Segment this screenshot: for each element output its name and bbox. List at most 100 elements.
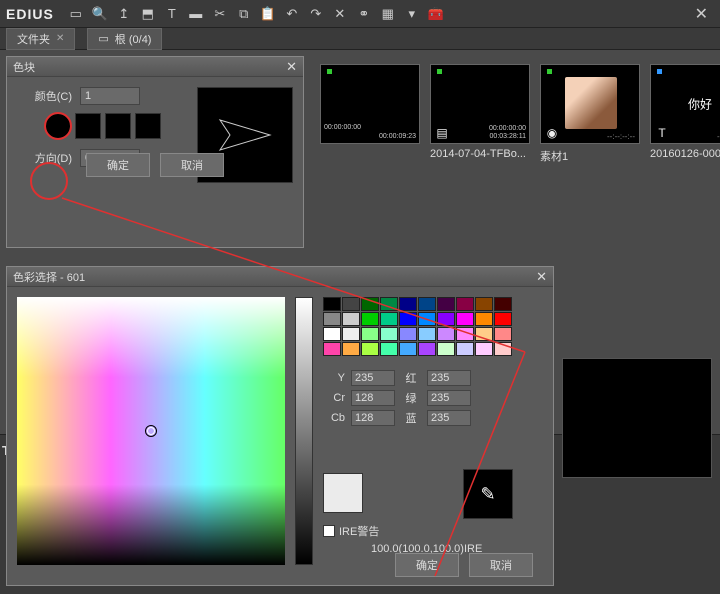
palette-swatch[interactable] bbox=[437, 327, 455, 341]
tab-bin[interactable]: ▭ 根 (0/4) bbox=[87, 28, 162, 50]
palette-swatch[interactable] bbox=[399, 312, 417, 326]
dialog-titlebar[interactable]: 色块 ✕ bbox=[7, 57, 303, 77]
palette-swatch[interactable] bbox=[380, 327, 398, 341]
close-icon[interactable]: ✕ bbox=[286, 59, 297, 75]
palette-swatch[interactable] bbox=[399, 297, 417, 311]
clip-thumb[interactable]: ◉ --:--:--:-- 素材1 bbox=[540, 64, 640, 164]
camera-icon: ◉ bbox=[545, 126, 559, 140]
ire-checkbox[interactable] bbox=[323, 525, 335, 537]
current-color-swatch bbox=[323, 473, 363, 513]
palette-swatch[interactable] bbox=[342, 312, 360, 326]
ok-button[interactable]: 确定 bbox=[86, 153, 150, 177]
palette-swatch[interactable] bbox=[361, 342, 379, 356]
palette-swatch[interactable] bbox=[418, 342, 436, 356]
thumb-label: 2014-07-04-TFBo... bbox=[430, 148, 530, 160]
view-icon[interactable]: ▦ bbox=[378, 4, 398, 24]
tools-icon[interactable]: 🧰 bbox=[426, 4, 446, 24]
value-strip[interactable] bbox=[295, 297, 313, 565]
clip-thumb[interactable]: 00:00:00:00 00:00:09:23 bbox=[320, 64, 420, 164]
palette-swatch[interactable] bbox=[323, 312, 341, 326]
calendar-icon: ▤ bbox=[435, 126, 449, 140]
y-input[interactable] bbox=[351, 370, 395, 386]
paste-icon[interactable]: 📋 bbox=[258, 4, 278, 24]
palette-swatch[interactable] bbox=[399, 342, 417, 356]
palette-swatch[interactable] bbox=[475, 327, 493, 341]
palette-swatch[interactable] bbox=[437, 297, 455, 311]
copy-icon[interactable]: ⧉ bbox=[234, 4, 254, 24]
b-input[interactable] bbox=[427, 410, 471, 426]
thumb-dashes: --:--:--:-- bbox=[607, 132, 635, 141]
palette-swatch[interactable] bbox=[475, 342, 493, 356]
delete-icon[interactable]: ✕ bbox=[330, 4, 350, 24]
palette-swatch[interactable] bbox=[323, 297, 341, 311]
palette-swatch[interactable] bbox=[323, 327, 341, 341]
tab-bin-label: 根 (0/4) bbox=[115, 31, 152, 47]
dialog-titlebar[interactable]: 色彩选择 - 601 ✕ bbox=[7, 267, 553, 287]
close-icon[interactable]: ✕ bbox=[689, 4, 714, 24]
palette-swatch[interactable] bbox=[475, 297, 493, 311]
palette-swatch[interactable] bbox=[494, 342, 512, 356]
props-icon[interactable]: ▾ bbox=[402, 4, 422, 24]
palette-swatch[interactable] bbox=[361, 327, 379, 341]
palette-swatch[interactable] bbox=[494, 327, 512, 341]
r-input[interactable] bbox=[427, 370, 471, 386]
redo-icon[interactable]: ↷ bbox=[306, 4, 326, 24]
palette-swatch[interactable] bbox=[418, 297, 436, 311]
swatch[interactable] bbox=[75, 113, 101, 139]
color-count-input[interactable] bbox=[80, 87, 140, 105]
palette-swatch[interactable] bbox=[418, 327, 436, 341]
palette-swatch[interactable] bbox=[380, 312, 398, 326]
palette-swatch[interactable] bbox=[342, 342, 360, 356]
cb-input[interactable] bbox=[351, 410, 395, 426]
text-icon[interactable]: T bbox=[162, 4, 182, 24]
eyedropper-button[interactable]: ✎ bbox=[463, 469, 513, 519]
search-icon[interactable]: 🔍 bbox=[90, 4, 110, 24]
status-dot bbox=[657, 69, 662, 74]
palette-swatch[interactable] bbox=[475, 312, 493, 326]
palette-swatch[interactable] bbox=[437, 342, 455, 356]
palette-swatch[interactable] bbox=[456, 297, 474, 311]
tab-folder[interactable]: 文件夹 ✕ bbox=[6, 28, 75, 50]
swatch[interactable] bbox=[105, 113, 131, 139]
palette-swatch[interactable] bbox=[437, 312, 455, 326]
text-type-icon: T bbox=[655, 126, 669, 140]
palette-swatch[interactable] bbox=[456, 342, 474, 356]
palette-swatch[interactable] bbox=[418, 312, 436, 326]
palette-swatch[interactable] bbox=[456, 312, 474, 326]
thumbnail-row: 00:00:00:00 00:00:09:23 ▤ 00:00:00:0000:… bbox=[320, 64, 710, 164]
palette-swatch[interactable] bbox=[342, 297, 360, 311]
close-icon[interactable]: ✕ bbox=[536, 269, 547, 285]
tab-close-icon[interactable]: ✕ bbox=[56, 33, 64, 44]
link-icon[interactable]: ⚭ bbox=[354, 4, 374, 24]
swatch[interactable] bbox=[135, 113, 161, 139]
palette-swatch[interactable] bbox=[494, 297, 512, 311]
title-icon[interactable]: ▬ bbox=[186, 4, 206, 24]
import-icon[interactable]: ⬒ bbox=[138, 4, 158, 24]
up-icon[interactable]: ↥ bbox=[114, 4, 134, 24]
clip-thumb[interactable]: 你好 T --:--:--:-- 20160126-0000 bbox=[650, 64, 720, 164]
r-label: 红 bbox=[401, 370, 421, 386]
ok-button[interactable]: 确定 bbox=[395, 553, 459, 577]
cut-icon[interactable]: ✂ bbox=[210, 4, 230, 24]
palette-swatch[interactable] bbox=[361, 297, 379, 311]
cr-input[interactable] bbox=[351, 390, 395, 406]
palette-swatch[interactable] bbox=[399, 327, 417, 341]
palette-swatch[interactable] bbox=[380, 342, 398, 356]
cancel-button[interactable]: 取消 bbox=[469, 553, 533, 577]
palette-swatch[interactable] bbox=[342, 327, 360, 341]
palette-swatch[interactable] bbox=[380, 297, 398, 311]
palette-swatch[interactable] bbox=[323, 342, 341, 356]
undo-icon[interactable]: ↶ bbox=[282, 4, 302, 24]
clip-thumb[interactable]: ▤ 00:00:00:0000:03:28:11 2014-07-04-TFBo… bbox=[430, 64, 530, 164]
palette-swatch[interactable] bbox=[456, 327, 474, 341]
palette-swatch[interactable] bbox=[361, 312, 379, 326]
hue-cursor[interactable] bbox=[145, 425, 157, 437]
tabbar: 文件夹 ✕ ▭ 根 (0/4) bbox=[0, 28, 720, 50]
hue-saturation-area[interactable] bbox=[17, 297, 285, 565]
thumb-label: 20160126-0000 bbox=[650, 148, 720, 160]
cancel-button[interactable]: 取消 bbox=[160, 153, 224, 177]
swatch[interactable] bbox=[45, 113, 71, 139]
g-input[interactable] bbox=[427, 390, 471, 406]
palette-swatch[interactable] bbox=[494, 312, 512, 326]
folder-icon[interactable]: ▭ bbox=[66, 4, 86, 24]
